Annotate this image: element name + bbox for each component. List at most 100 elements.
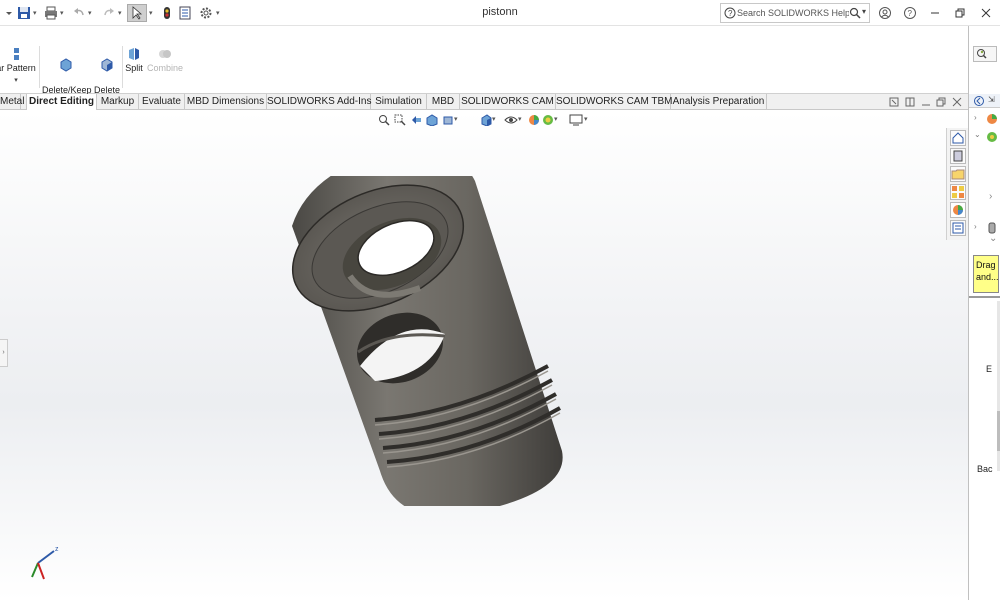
viewport-minimize-icon[interactable] <box>921 97 931 107</box>
zoom-to-fit-icon[interactable] <box>378 114 390 126</box>
custom-properties-tab[interactable] <box>950 220 966 236</box>
appearances-tab[interactable] <box>950 202 966 218</box>
piston-model[interactable] <box>280 176 580 506</box>
view-palette-tab[interactable] <box>950 184 966 200</box>
expand-chevron-icon[interactable]: › <box>989 191 992 202</box>
file-explorer-tab[interactable] <box>950 166 966 182</box>
graphics-area[interactable]: ▾ ▾ ▾ ▾ ▾ › z <box>0 111 968 600</box>
help-search-box[interactable]: ? ▾ <box>720 3 870 23</box>
rebuild-icon[interactable] <box>158 4 176 22</box>
view-caret-icon[interactable]: ▾ <box>454 115 458 123</box>
settings-caret-icon[interactable]: ▾ <box>584 115 588 123</box>
restore-icon[interactable] <box>951 4 969 22</box>
coordinate-triad: z <box>31 546 59 580</box>
undo-icon[interactable] <box>70 4 88 22</box>
viewport-restore-icon[interactable] <box>936 97 946 107</box>
linear-pattern-button[interactable]: ar Pattern ▾ <box>0 47 38 86</box>
help-icon[interactable]: ? <box>901 4 919 22</box>
orientation-caret-icon[interactable]: ▾ <box>492 115 496 123</box>
task-pane-pin-icon[interactable]: ⇲ <box>988 95 995 104</box>
viewport-tile-icon[interactable] <box>905 97 915 107</box>
feature-tree-expand-handle[interactable]: › <box>0 339 8 367</box>
solidworks-window: ▾ ▾ ▾ ▾ ▾ ▾ pistonn ? ▾ ? <box>0 0 1000 600</box>
task-pane-header: ⇲ <box>969 94 1000 108</box>
close-icon[interactable] <box>977 4 995 22</box>
task-pane-back-icon[interactable] <box>973 95 985 107</box>
help-circle-icon: ? <box>724 7 736 19</box>
tab-evaluate[interactable]: Evaluate <box>139 94 185 110</box>
appearances-tree-item[interactable]: › <box>974 112 1000 126</box>
combine-icon <box>159 50 171 58</box>
tab-markup[interactable]: Markup <box>97 94 139 110</box>
user-icon[interactable] <box>876 4 894 22</box>
tab-direct-editing[interactable]: Direct Editing <box>26 94 97 110</box>
help-search-icon[interactable] <box>849 7 861 19</box>
select-caret-icon[interactable]: ▾ <box>149 9 153 17</box>
options-icon[interactable] <box>197 4 215 22</box>
svg-text:?: ? <box>908 9 913 18</box>
print-icon[interactable] <box>42 4 60 22</box>
save-icon[interactable] <box>15 4 33 22</box>
viewport-close-icon[interactable] <box>952 97 962 107</box>
previous-view-icon[interactable] <box>410 114 422 126</box>
scenes-tree-item[interactable]: ⌄ <box>974 130 1000 144</box>
view-orientation-icon[interactable] <box>480 114 492 126</box>
save-caret-icon[interactable]: ▾ <box>33 9 37 17</box>
title-bar: ▾ ▾ ▾ ▾ ▾ ▾ pistonn ? ▾ ? <box>0 0 1000 26</box>
redo-icon[interactable] <box>100 4 118 22</box>
background-label: Bac <box>977 464 993 474</box>
help-search-caret-icon[interactable]: ▾ <box>862 7 866 16</box>
dynamic-annotation-icon[interactable] <box>442 114 454 126</box>
file-properties-icon[interactable] <box>176 4 194 22</box>
redo-caret-icon[interactable]: ▾ <box>118 9 122 17</box>
pattern-icon <box>14 48 19 60</box>
tab-solidworks-cam[interactable]: SOLIDWORKS CAM <box>460 94 556 110</box>
view-settings-icon[interactable] <box>569 114 583 126</box>
zoom-to-area-icon[interactable] <box>394 114 406 126</box>
viewport-expand-icon[interactable] <box>889 97 899 107</box>
command-manager-ribbon: ar Pattern ▾ Delete/Keep Body Delete Fac… <box>0 44 1000 106</box>
display-style-icon[interactable] <box>504 114 518 126</box>
tab-solidworks-add-ins[interactable]: SOLIDWORKS Add-Ins <box>267 94 371 110</box>
appearance-icon[interactable] <box>528 114 540 126</box>
split-button[interactable]: Split <box>124 47 144 74</box>
split-icon <box>129 48 139 60</box>
collapse-chevron-icon[interactable]: ⌄ <box>989 233 997 244</box>
ribbon-separator <box>122 46 123 88</box>
display-caret-icon[interactable]: ▾ <box>518 115 522 123</box>
scene-icon[interactable] <box>542 114 554 126</box>
tab-solidworks-cam-tbm[interactable]: SOLIDWORKS CAM TBM <box>556 94 673 110</box>
options-caret-icon[interactable]: ▾ <box>216 9 220 17</box>
tab-sheet-metal[interactable]: Metal <box>0 94 24 110</box>
print-caret-icon[interactable]: ▾ <box>60 9 64 17</box>
pattern-caret-icon[interactable]: ▾ <box>0 75 38 86</box>
expand-chevron-icon[interactable]: › <box>974 222 977 231</box>
triad-z-label: z <box>55 546 59 553</box>
undo-caret-icon[interactable]: ▾ <box>88 9 92 17</box>
view-palette-icon <box>952 186 964 198</box>
solidworks-resources-tab[interactable] <box>950 130 966 146</box>
minimize-icon[interactable] <box>926 4 944 22</box>
section-view-icon[interactable] <box>426 114 438 126</box>
svg-text:?: ? <box>728 9 733 18</box>
task-pane-search-icon <box>977 49 987 59</box>
tab-mbd[interactable]: MBD <box>427 94 460 110</box>
select-icon[interactable] <box>127 4 147 22</box>
combine-label: Combine <box>146 63 184 73</box>
linear-pattern-label: ar Pattern <box>0 63 36 73</box>
task-pane-label: E <box>986 364 993 374</box>
expand-chevron-icon[interactable]: › <box>974 113 977 122</box>
collapse-chevron-icon[interactable]: ⌄ <box>974 130 981 139</box>
help-search-input[interactable] <box>737 5 849 21</box>
scenes-folder-icon <box>987 132 997 142</box>
appearance-ball-icon <box>953 205 963 215</box>
pane-splitter[interactable] <box>969 296 1000 298</box>
scene-caret-icon[interactable]: ▾ <box>554 115 558 123</box>
tab-mbd-dimensions[interactable]: MBD Dimensions <box>185 94 267 110</box>
task-pane-search-button[interactable] <box>973 46 997 62</box>
tab-simulation[interactable]: Simulation <box>371 94 427 110</box>
design-library-tab[interactable] <box>950 148 966 164</box>
tab-analysis-preparation[interactable]: Analysis Preparation <box>671 94 767 110</box>
combine-button[interactable]: Combine <box>146 47 184 74</box>
task-pane: ⇲ › ⌄ › › ⌄ E Bac <box>968 26 1000 600</box>
